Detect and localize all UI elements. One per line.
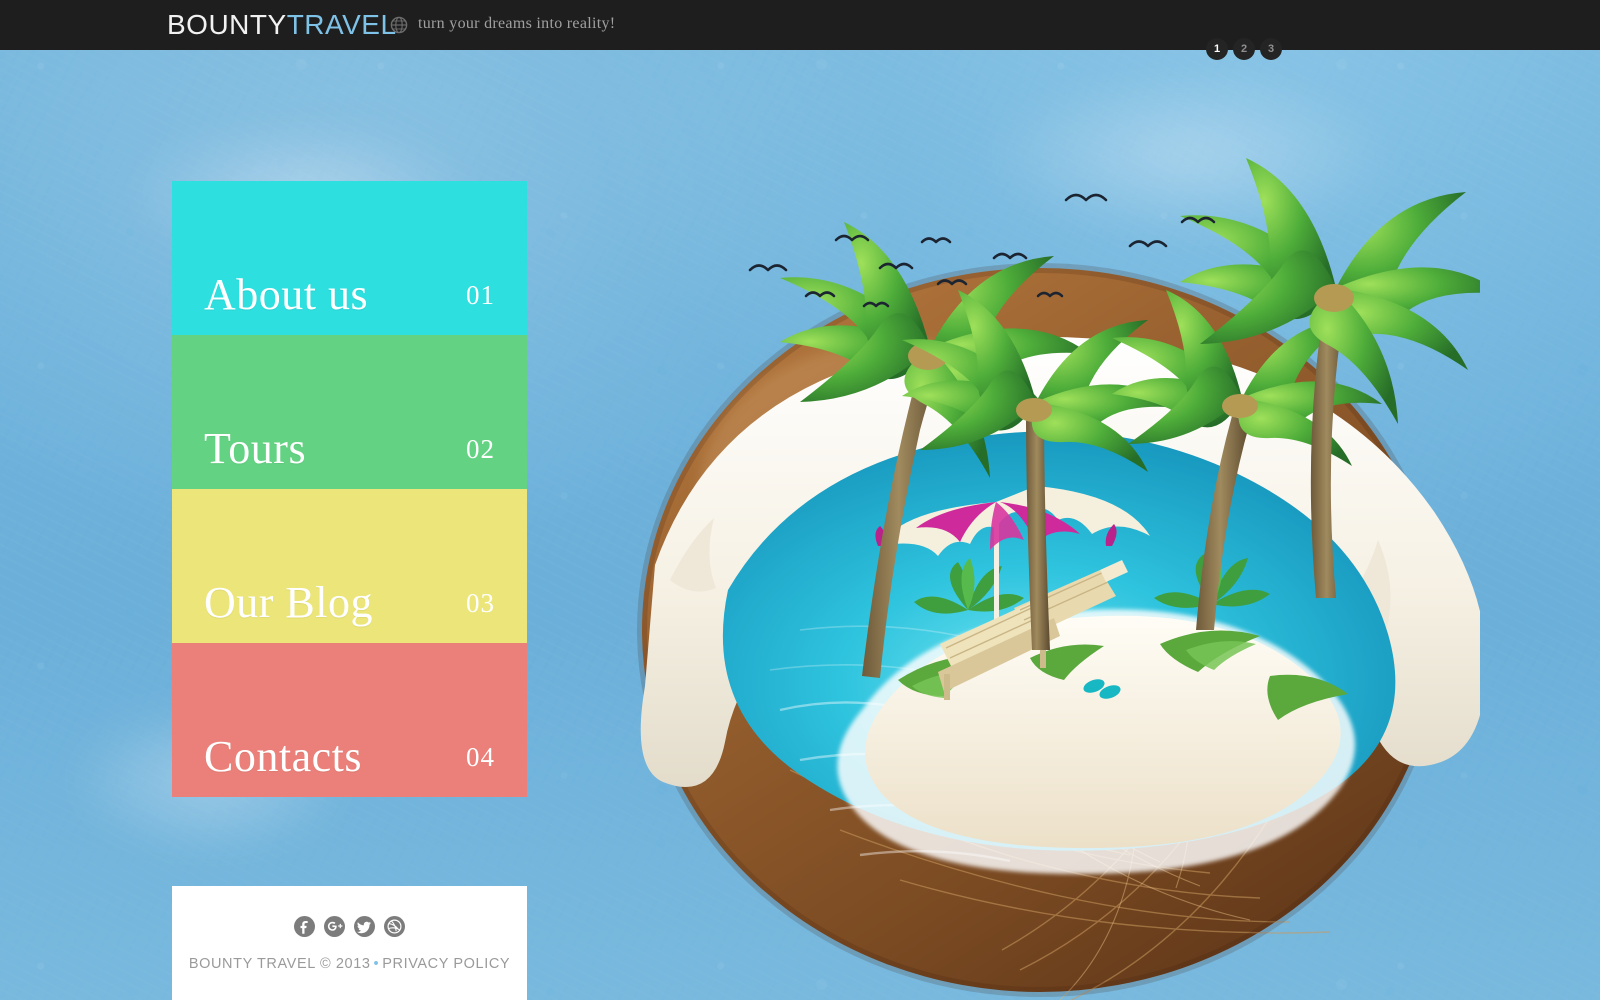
menu-item-number: 04 [466, 742, 495, 772]
site-tagline: turn your dreams into reality! [418, 15, 616, 32]
slider-dot-1[interactable]: 1 [1206, 38, 1228, 60]
menu-item-label: About us [204, 270, 369, 319]
twitter-icon[interactable] [354, 916, 375, 937]
footer-copyright: BOUNTY TRAVEL © 2013 • PRIVACY POLICY [172, 956, 527, 972]
footer-card: BOUNTY TRAVEL © 2013 • PRIVACY POLICY [172, 886, 527, 1000]
menu-item-our-blog[interactable]: Our Blog 03 [172, 489, 527, 643]
logo-text-primary: BOUNTY [167, 9, 287, 40]
privacy-policy-link[interactable]: PRIVACY POLICY [382, 956, 510, 972]
footer-separator: • [373, 956, 380, 972]
logo-text-secondary: TRAVEL [286, 9, 397, 40]
menu-item-number: 03 [466, 588, 495, 618]
google-plus-icon[interactable] [324, 916, 345, 937]
slider-dot-2[interactable]: 2 [1233, 38, 1255, 60]
social-links [172, 916, 527, 937]
menu-item-label: Contacts [204, 732, 362, 781]
page-root: BOUNTYTRAVEL turn your dreams into reali… [0, 0, 1600, 1000]
menu-item-contacts[interactable]: Contacts 04 [172, 643, 527, 797]
menu-item-about-us[interactable]: About us 01 [172, 181, 527, 335]
menu-item-label: Our Blog [204, 578, 373, 627]
menu-item-tours[interactable]: Tours 02 [172, 335, 527, 489]
site-header: BOUNTYTRAVEL turn your dreams into reali… [0, 0, 1600, 50]
logo-bounty-travel[interactable]: BOUNTYTRAVEL [167, 9, 397, 41]
copyright-text: BOUNTY TRAVEL © 2013 [188, 956, 371, 972]
globe-icon [390, 16, 408, 34]
main-navigation-menu: About us 01 Tours 02 Our Blog 03 Contact… [172, 181, 527, 797]
slider-pagination: 1 2 3 [1206, 38, 1282, 60]
menu-item-number: 01 [466, 280, 495, 310]
facebook-icon[interactable] [294, 916, 315, 937]
menu-item-label: Tours [204, 424, 307, 473]
dribbble-icon[interactable] [384, 916, 405, 937]
menu-item-number: 02 [466, 434, 495, 464]
slider-dot-3[interactable]: 3 [1260, 38, 1282, 60]
